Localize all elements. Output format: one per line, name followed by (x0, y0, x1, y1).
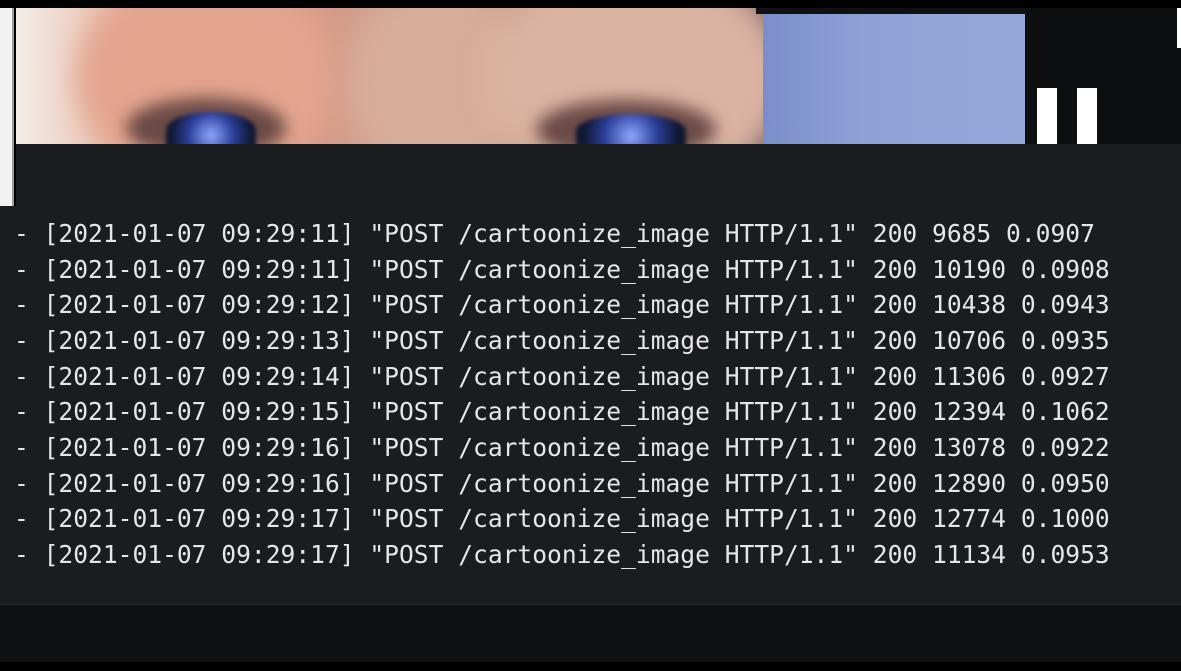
log-line: - [2021-01-07 09:29:15] "POST /cartooniz… (14, 397, 1110, 426)
pause-bar-right (1077, 88, 1097, 148)
webcam-top-edge (756, 8, 1025, 14)
terminal-bottom-bar (0, 604, 1181, 663)
terminal-output: - [2021-01-07 09:29:11] "POST /cartooniz… (0, 206, 1181, 604)
screen-bottom-edge (0, 662, 1181, 671)
scrollbar-thumb[interactable] (1177, 8, 1181, 48)
log-line: - [2021-01-07 09:29:16] "POST /cartooniz… (14, 469, 1110, 498)
log-line: - [2021-01-07 09:29:17] "POST /cartooniz… (14, 504, 1110, 533)
screen: - [2021-01-07 09:29:11] "POST /cartooniz… (0, 0, 1181, 671)
pause-bar-left (1037, 88, 1057, 148)
log-line: - [2021-01-07 09:29:14] "POST /cartooniz… (14, 362, 1110, 391)
log-line: - [2021-01-07 09:29:17] "POST /cartooniz… (14, 540, 1110, 569)
log-line: - [2021-01-07 09:29:16] "POST /cartooniz… (14, 433, 1110, 462)
webcam-video-feed (16, 8, 1025, 144)
log-line: - [2021-01-07 09:29:11] "POST /cartooniz… (14, 255, 1110, 284)
log-line: - [2021-01-07 09:29:11] "POST /cartooniz… (14, 219, 1095, 248)
log-line: - [2021-01-07 09:29:13] "POST /cartooniz… (14, 326, 1110, 355)
log-line: - [2021-01-07 09:29:12] "POST /cartooniz… (14, 290, 1110, 319)
terminal-header-band (16, 144, 1181, 206)
webcam-background (763, 8, 1025, 144)
pause-icon[interactable] (1037, 88, 1097, 148)
